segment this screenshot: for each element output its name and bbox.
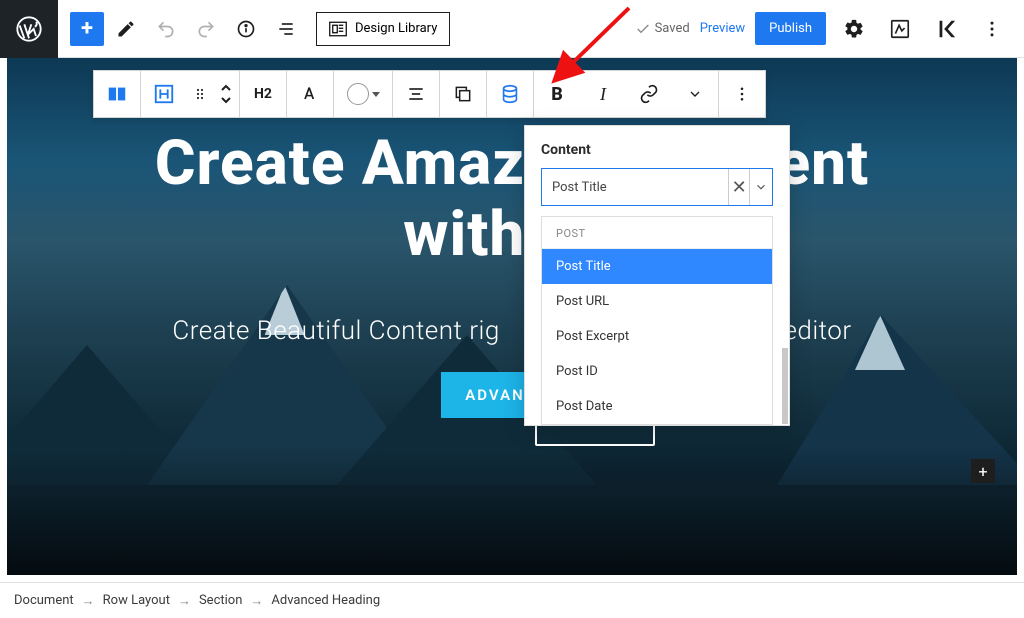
design-library-label: Design Library [355, 21, 437, 36]
outline-icon[interactable] [268, 11, 304, 47]
more-options-icon[interactable] [974, 11, 1010, 47]
row-layout-icon[interactable] [94, 71, 140, 117]
breadcrumb-separator: → [250, 593, 263, 609]
hero-subtitle[interactable]: Create Beautiful Content rigxxxxxxxxxxxx… [7, 316, 1017, 346]
info-icon[interactable] [228, 11, 264, 47]
chevron-down-icon[interactable] [749, 169, 772, 205]
breadcrumb-item[interactable]: Document [14, 593, 74, 608]
heading-level-button[interactable]: H2 [240, 71, 286, 117]
styles-icon[interactable] [882, 11, 918, 47]
wordpress-logo[interactable] [0, 0, 58, 58]
dropdown-item[interactable]: Post Title [542, 249, 772, 284]
dropdown-group-label: POST [542, 217, 772, 249]
breadcrumb-separator: → [82, 593, 95, 609]
hero-section: Create Amazxxxxxxxtent with Gu Create Be… [7, 128, 1017, 418]
more-formatting-icon[interactable] [672, 71, 718, 117]
popover-title: Content [541, 142, 773, 158]
add-block-button[interactable]: + [70, 12, 104, 46]
dynamic-content-popover: Content ✕ POST Post TitlePost URLPost Ex… [524, 125, 790, 426]
breadcrumb-separator: → [178, 593, 191, 609]
dropdown-scrollbar[interactable] [782, 348, 788, 424]
copy-icon[interactable] [440, 71, 486, 117]
top-left-tools: + Design Library [58, 11, 450, 47]
dropdown-item[interactable]: Post ID [542, 354, 772, 389]
color-picker-icon[interactable] [334, 71, 392, 117]
redo-icon[interactable] [188, 11, 224, 47]
hero-heading[interactable]: Create Amazxxxxxxxtent with Gu [7, 128, 1017, 271]
editor-top-bar: + Design Library Saved Preview Publish [0, 0, 1024, 58]
design-library-button[interactable]: Design Library [316, 12, 450, 46]
move-updown-icon[interactable] [213, 71, 239, 117]
saved-status: Saved [635, 21, 690, 37]
dropdown-item[interactable]: Post Date [542, 389, 772, 424]
edit-mode-icon[interactable] [108, 11, 144, 47]
editor-canvas: Create Amazxxxxxxxtent with Gu Create Be… [7, 58, 1017, 575]
add-block-fab[interactable]: + [971, 459, 995, 483]
block-toolbar: H2 B I [93, 70, 766, 118]
block-more-icon[interactable] [719, 71, 765, 117]
link-icon[interactable] [626, 71, 672, 117]
breadcrumb-item[interactable]: Section [199, 593, 242, 608]
dropdown-item[interactable]: Post URL [542, 284, 772, 319]
publish-button[interactable]: Publish [755, 12, 826, 45]
content-input[interactable] [542, 180, 728, 195]
dynamic-content-icon[interactable] [487, 71, 533, 117]
block-breadcrumb: Document → Row Layout → Section → Advanced Hea… [0, 582, 1024, 618]
italic-button[interactable]: I [580, 71, 626, 117]
undo-icon[interactable] [148, 11, 184, 47]
typography-icon[interactable] [287, 71, 333, 117]
saved-label: Saved [655, 21, 690, 36]
align-icon[interactable] [393, 71, 439, 117]
dropdown-item[interactable]: Post Excerpt [542, 319, 772, 354]
drag-handle-icon[interactable] [187, 71, 213, 117]
clear-icon[interactable]: ✕ [728, 169, 749, 205]
breadcrumb-item[interactable]: Row Layout [103, 593, 170, 608]
dropdown-list: POST Post TitlePost URLPost ExcerptPost … [541, 216, 773, 425]
preview-button[interactable]: Preview [700, 21, 745, 36]
settings-icon[interactable] [836, 11, 872, 47]
bold-button[interactable]: B [534, 71, 580, 117]
heading-block-icon[interactable] [141, 71, 187, 117]
kadence-icon[interactable] [928, 11, 964, 47]
top-right-tools: Saved Preview Publish [635, 11, 1024, 47]
content-combobox[interactable]: ✕ [541, 168, 773, 206]
breadcrumb-item[interactable]: Advanced Heading [271, 593, 380, 608]
